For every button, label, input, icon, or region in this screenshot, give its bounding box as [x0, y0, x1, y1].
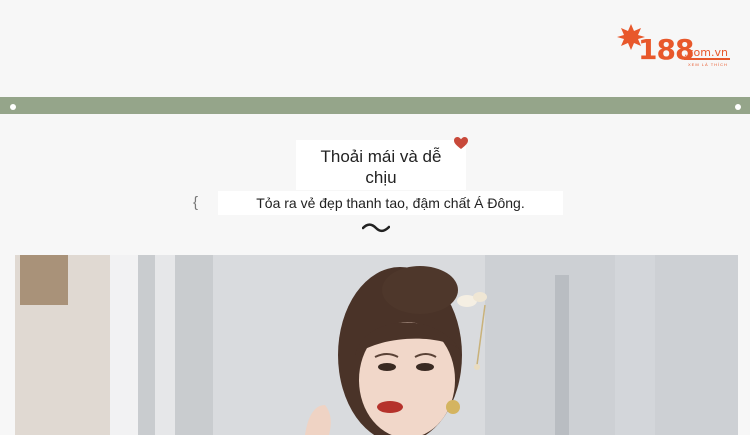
green-divider-band — [0, 97, 750, 114]
model-photo — [15, 255, 738, 435]
section-subtitle: Tỏa ra vẻ đẹp thanh tao, đậm chất Á Đông… — [218, 191, 563, 215]
section-title: Thoải mái và dễ chịu — [296, 140, 466, 190]
title-line-2: chịu — [365, 168, 397, 187]
swash-ornament-icon — [362, 223, 390, 233]
logo-tagline: XEM LÀ THÍCH — [688, 62, 728, 67]
band-dot-left — [10, 104, 16, 110]
title-line-1: Thoải mái và dễ — [320, 147, 442, 166]
heart-icon — [454, 137, 468, 149]
site-logo[interactable]: 188 .com.vn XEM LÀ THÍCH — [616, 22, 734, 70]
band-dot-right — [735, 104, 741, 110]
logo-underline — [684, 58, 730, 60]
brace-decoration: { — [193, 194, 199, 211]
